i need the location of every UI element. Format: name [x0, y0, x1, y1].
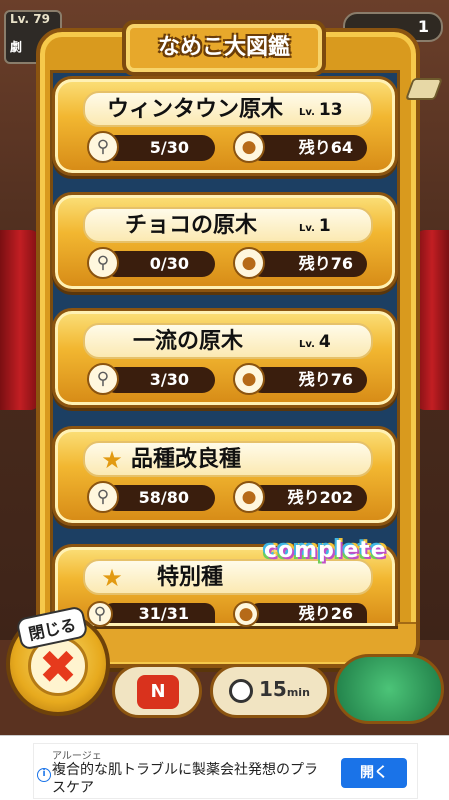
curtain-right — [415, 230, 449, 410]
player-level-text: Lv. 79 — [10, 12, 50, 26]
magnifier-icon: ⚲ — [87, 247, 119, 279]
found-value: 58/80 — [138, 488, 189, 507]
remaining-value: 残り64 — [298, 138, 353, 157]
remaining-value: 残り76 — [298, 254, 353, 273]
card-title: ウィンタウン原木 — [107, 97, 284, 122]
found-counter: ⚲ 5/30 — [87, 131, 215, 163]
remaining-counter: ● 残り64 — [233, 131, 367, 163]
complete-badge: complete — [264, 538, 387, 563]
found-value: 5/30 — [149, 138, 189, 157]
remaining-value: 残り76 — [298, 370, 353, 389]
card-level: Lv. 13 — [299, 100, 343, 120]
card-title: チョコの原木 — [125, 213, 258, 238]
card-name-plate: ★ 特別種 — [83, 559, 373, 595]
hud-nico-button[interactable]: N — [112, 664, 202, 718]
info-icon[interactable]: i — [37, 768, 51, 782]
list-item-wintown[interactable]: ウィンタウン原木 Lv. 13 ⚲ 5/30 ● 残り64 — [52, 76, 398, 176]
remaining-value: 残り26 — [298, 604, 353, 623]
card-name-plate: チョコの原木 Lv. 1 — [83, 207, 373, 243]
found-value: 0/30 — [149, 254, 189, 273]
card-name-plate: 一流の原木 Lv. 4 — [83, 323, 373, 359]
nameko-cluster-icon: ● — [233, 131, 265, 163]
found-counter: ⚲ 31/31 — [87, 601, 215, 627]
nameko-cluster-icon: ● — [233, 247, 265, 279]
remaining-counter: ● 残り76 — [233, 363, 367, 395]
card-title: 特別種 — [157, 565, 224, 590]
ad-text[interactable]: 複合的な肌トラブルに製薬会社発想のプラスケア — [52, 761, 330, 797]
remaining-value: 残り202 — [287, 488, 353, 507]
page-title: なめこ大図鑑 — [157, 35, 290, 60]
hud-timer[interactable]: 15min — [210, 664, 330, 718]
star-icon: ★ — [101, 446, 123, 474]
card-title: 一流の原木 — [133, 329, 244, 354]
found-counter: ⚲ 3/30 — [87, 363, 215, 395]
remaining-counter: ● 残り26 — [233, 601, 367, 627]
remaining-counter: ● 残り76 — [233, 247, 367, 279]
magnifier-icon: ⚲ — [87, 481, 119, 513]
star-icon: ★ — [101, 564, 123, 592]
found-value: 31/31 — [138, 604, 189, 623]
nameko-cluster-icon: ● — [233, 363, 265, 395]
list-item-choco[interactable]: チョコの原木 Lv. 1 ⚲ 0/30 ● 残り76 — [52, 192, 398, 292]
card-name-plate: ウィンタウン原木 Lv. 13 — [83, 91, 373, 127]
hud-green-button[interactable] — [334, 654, 444, 724]
player-level-sub: 劇 — [10, 40, 23, 54]
nico-icon: N — [137, 675, 179, 709]
timer-text: 15min — [259, 677, 310, 701]
ad-box[interactable]: アルージェ i 複合的な肌トラブルに製薬会社発想のプラスケア 開く — [33, 743, 418, 799]
found-counter: ⚲ 58/80 — [87, 481, 215, 513]
card-name-plate: ★ 品種改良種 — [83, 441, 373, 477]
ad-banner[interactable]: アルージェ i 複合的な肌トラブルに製薬会社発想のプラスケア 開く — [0, 735, 449, 800]
card-title: 品種改良種 — [131, 447, 242, 472]
magnifier-icon: ⚲ — [87, 131, 119, 163]
magnifier-icon: ⚲ — [87, 363, 119, 395]
list-item-ichiryu[interactable]: 一流の原木 Lv. 4 ⚲ 3/30 ● 残り76 — [52, 308, 398, 408]
nameko-cluster-icon: ● — [233, 601, 259, 627]
remaining-counter: ● 残り202 — [233, 481, 367, 513]
card-level: Lv. 1 — [299, 216, 331, 236]
ad-sponsor: アルージェ — [52, 751, 102, 762]
curtain-left — [0, 230, 40, 410]
card-level: Lv. 4 — [299, 332, 331, 352]
nameko-cluster-icon: ● — [233, 481, 265, 513]
found-counter: ⚲ 0/30 — [87, 247, 215, 279]
found-value: 3/30 — [149, 370, 189, 389]
title-plate: なめこ大図鑑 — [122, 20, 326, 76]
clock-icon — [229, 679, 253, 703]
list-item-hinshu-kairyo[interactable]: ★ 品種改良種 ⚲ 58/80 ● 残り202 — [52, 426, 398, 526]
ad-open-button[interactable]: 開く — [341, 758, 407, 788]
